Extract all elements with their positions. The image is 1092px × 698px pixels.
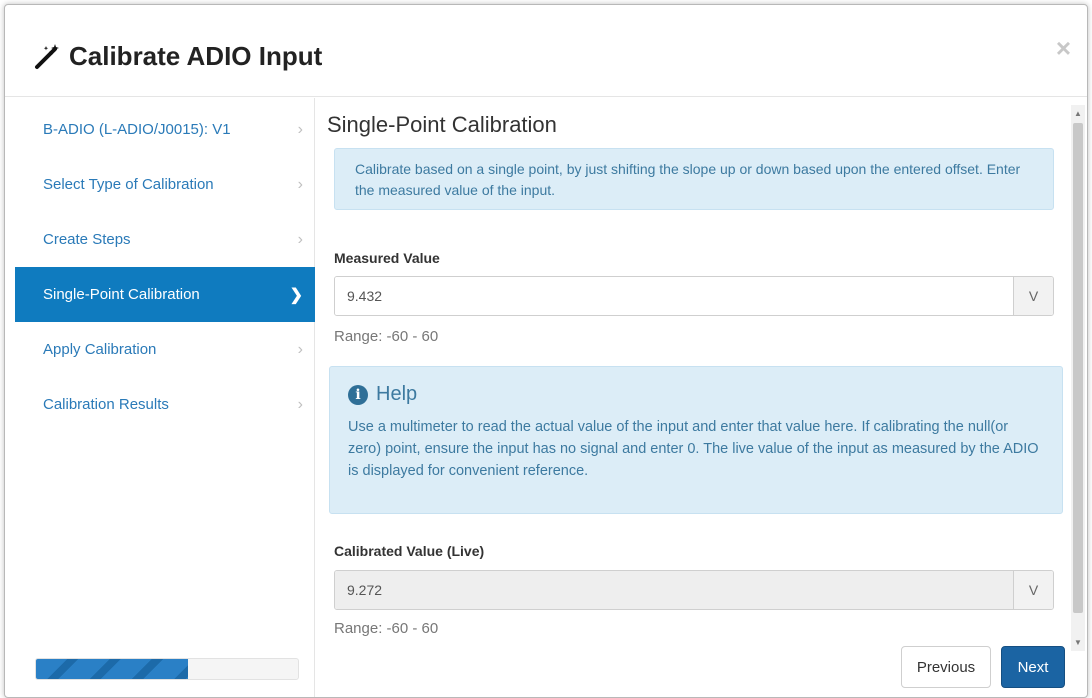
calibrated-value-label: Calibrated Value (Live) — [334, 543, 485, 559]
measured-value-input[interactable] — [335, 277, 1013, 315]
calibrated-range-text: Range: -60 - 60 — [334, 620, 439, 637]
chevron-right-icon: › — [297, 120, 303, 138]
calibrated-value-input — [335, 571, 1013, 609]
help-text: Use a multimeter to read the actual valu… — [348, 419, 1039, 479]
calibrated-value-group: V — [334, 570, 1054, 610]
sidebar-item-single-point[interactable]: Single-Point Calibration ❯ — [15, 267, 315, 322]
progress-bar-fill — [36, 659, 188, 679]
sidebar-item-label: Select Type of Calibration — [43, 176, 214, 193]
dialog-title-text: Calibrate ADIO Input — [69, 41, 323, 71]
content-scrollbar[interactable]: ▲ ▼ — [1071, 105, 1085, 651]
dialog-title: Calibrate ADIO Input — [33, 41, 322, 72]
sidebar-item-label: Apply Calibration — [43, 341, 157, 358]
sidebar-item-results[interactable]: Calibration Results › — [15, 377, 315, 432]
sidebar-item-label: Create Steps — [43, 231, 131, 248]
help-title: i Help — [348, 383, 1044, 406]
sidebar-item-label: Calibration Results — [43, 396, 169, 413]
chevron-right-icon: › — [297, 230, 303, 248]
chevron-right-icon: › — [297, 175, 303, 193]
measured-value-group: V — [334, 276, 1054, 316]
chevron-right-icon: ❯ — [289, 286, 303, 304]
sidebar-item-apply[interactable]: Apply Calibration › — [15, 322, 315, 377]
wizard-progress-bar — [35, 658, 299, 680]
main-content: Single-Point Calibration Calibrate based… — [327, 98, 1069, 697]
sidebar-item-create-steps[interactable]: Create Steps › — [15, 212, 315, 267]
wizard-sidebar: B-ADIO (L-ADIO/J0015): V1 › Select Type … — [15, 98, 315, 697]
sidebar-item-label: Single-Point Calibration — [43, 286, 200, 303]
unit-addon: V — [1013, 277, 1053, 315]
section-title: Single-Point Calibration — [327, 112, 557, 137]
sidebar-item-label: B-ADIO (L-ADIO/J0015): V1 — [43, 121, 231, 138]
chevron-right-icon: › — [297, 340, 303, 358]
scroll-down-arrow-icon[interactable]: ▼ — [1074, 638, 1082, 647]
scroll-up-arrow-icon[interactable]: ▲ — [1074, 109, 1082, 118]
info-icon: i — [348, 384, 368, 405]
chevron-right-icon: › — [297, 395, 303, 413]
help-panel: i Help Use a multimeter to read the actu… — [329, 366, 1063, 514]
calibrate-dialog: Calibrate ADIO Input × B-ADIO (L-ADIO/J0… — [4, 4, 1088, 698]
next-button[interactable]: Next — [1001, 646, 1065, 688]
help-title-text: Help — [376, 383, 418, 405]
sidebar-item-device[interactable]: B-ADIO (L-ADIO/J0015): V1 › — [15, 102, 315, 157]
unit-addon: V — [1013, 571, 1053, 609]
magic-wand-icon — [35, 43, 59, 69]
sidebar-item-select-type[interactable]: Select Type of Calibration › — [15, 157, 315, 212]
scrollbar-thumb[interactable] — [1073, 123, 1083, 613]
close-icon[interactable]: × — [1056, 33, 1071, 64]
measured-value-label: Measured Value — [334, 250, 440, 266]
measured-range-text: Range: -60 - 60 — [334, 328, 439, 345]
dialog-header: Calibrate ADIO Input × — [5, 5, 1087, 97]
previous-button[interactable]: Previous — [901, 646, 991, 688]
info-alert: Calibrate based on a single point, by ju… — [334, 148, 1054, 210]
